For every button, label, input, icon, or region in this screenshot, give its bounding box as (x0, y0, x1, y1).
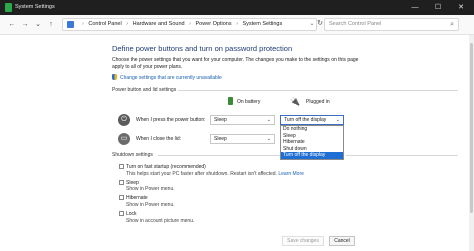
fast-startup-label: Turn on fast startup (recommended) (126, 164, 206, 170)
breadcrumb[interactable]: › Control Panel › Hardware and Sound › P… (62, 18, 317, 31)
section-divider (158, 155, 280, 156)
chevron-down-icon: ⌄ (266, 117, 271, 123)
power-button-battery-select[interactable]: Sleep ⌄ (210, 115, 275, 125)
forward-button[interactable]: → (20, 19, 30, 30)
close-lid-battery-select[interactable]: Sleep ⌄ (210, 134, 275, 144)
lock-description: Show in account picture menu. (126, 218, 195, 224)
refresh-icon[interactable]: ↻ (316, 18, 324, 30)
plug-icon: 🔌 (290, 97, 300, 106)
breadcrumb-control-panel[interactable]: Control Panel (88, 21, 121, 27)
up-button[interactable]: ↑ (46, 19, 56, 30)
dropdown-option-turn-off-display[interactable]: Turn off the display (281, 152, 343, 159)
chevron-down-icon: ⌄ (266, 136, 271, 142)
address-bar: ← → ⌄ ↑ › Control Panel › Hardware and S… (0, 15, 474, 35)
sleep-description: Show in Power menu. (126, 186, 175, 192)
page-title: Define power buttons and turn on passwor… (112, 44, 293, 53)
fast-startup-description: This helps start your PC faster after sh… (126, 171, 304, 177)
control-panel-icon (5, 3, 12, 12)
page-description: Choose the power settings that you want … (112, 57, 359, 70)
uac-shield-icon (112, 74, 117, 80)
power-section-label: Power button and lid settings (112, 87, 177, 93)
select-value: Sleep (214, 136, 227, 142)
close-button[interactable]: ✕ (451, 0, 471, 15)
lid-icon: ▭ (118, 133, 130, 145)
minimize-button[interactable]: — (405, 0, 425, 15)
lock-checkbox[interactable] (119, 211, 124, 216)
system-settings-window: System Settings — ☐ ✕ ← → ⌄ ↑ › Control … (0, 0, 474, 251)
maximize-button[interactable]: ☐ (428, 0, 448, 15)
fast-startup-checkbox[interactable] (119, 164, 124, 169)
select-value: Sleep (214, 117, 227, 123)
battery-icon (228, 97, 233, 105)
change-settings-link[interactable]: Change settings that are currently unava… (112, 74, 222, 81)
breadcrumb-separator: › (126, 21, 129, 27)
breadcrumb-system-settings[interactable]: System Settings (242, 21, 282, 27)
address-dropdown-icon[interactable]: ⌄ (308, 19, 316, 29)
breadcrumb-hardware-and-sound[interactable]: Hardware and Sound (133, 21, 185, 27)
select-value: Turn off the display (284, 117, 327, 123)
power-button-icon: ⏻ (118, 114, 130, 126)
breadcrumb-power-options[interactable]: Power Options (196, 21, 232, 27)
breadcrumb-separator: › (189, 21, 191, 27)
lock-label: Lock (126, 211, 137, 217)
section-divider (178, 90, 458, 91)
learn-more-link[interactable]: Learn More (278, 171, 304, 177)
window-title: System Settings (15, 4, 55, 10)
search-input[interactable]: Search Control Panel ⌕ (324, 18, 459, 31)
plugged-dropdown-list[interactable]: Do nothing Sleep Hibernate Shut down Tur… (280, 125, 344, 160)
hibernate-description: Show in Power menu. (126, 202, 175, 208)
shutdown-section-label: Shutdown settings (112, 152, 153, 158)
scrollbar[interactable] (469, 35, 474, 251)
power-button-plugged-select[interactable]: Turn off the display ⌄ (280, 115, 344, 125)
on-battery-header: On battery (237, 99, 261, 105)
cancel-button[interactable]: Cancel (329, 236, 355, 246)
change-settings-label[interactable]: Change settings that are currently unava… (120, 75, 222, 81)
section-divider (346, 155, 458, 156)
save-changes-button[interactable]: Save changes (282, 236, 324, 246)
chevron-down-icon: ⌄ (335, 117, 340, 123)
fast-startup-help-text: This helps start your PC faster after sh… (126, 171, 277, 177)
control-panel-icon (67, 21, 74, 28)
search-placeholder: Search Control Panel (329, 21, 382, 27)
plugged-in-header: Plugged in (306, 99, 330, 105)
hibernate-label: Hibernate (126, 195, 148, 201)
power-button-label: When I press the power button: (136, 117, 206, 123)
search-icon: ⌕ (450, 21, 454, 28)
scrollbar-thumb[interactable] (470, 43, 473, 213)
back-button[interactable]: ← (7, 19, 17, 30)
title-bar: System Settings — ☐ ✕ (0, 0, 474, 15)
breadcrumb-separator: › (236, 21, 238, 27)
sleep-checkbox[interactable] (119, 180, 124, 185)
hibernate-checkbox[interactable] (119, 195, 124, 200)
breadcrumb-separator: › (82, 21, 84, 27)
recent-locations-button[interactable]: ⌄ (33, 19, 43, 30)
close-lid-label: When I close the lid: (136, 136, 182, 142)
